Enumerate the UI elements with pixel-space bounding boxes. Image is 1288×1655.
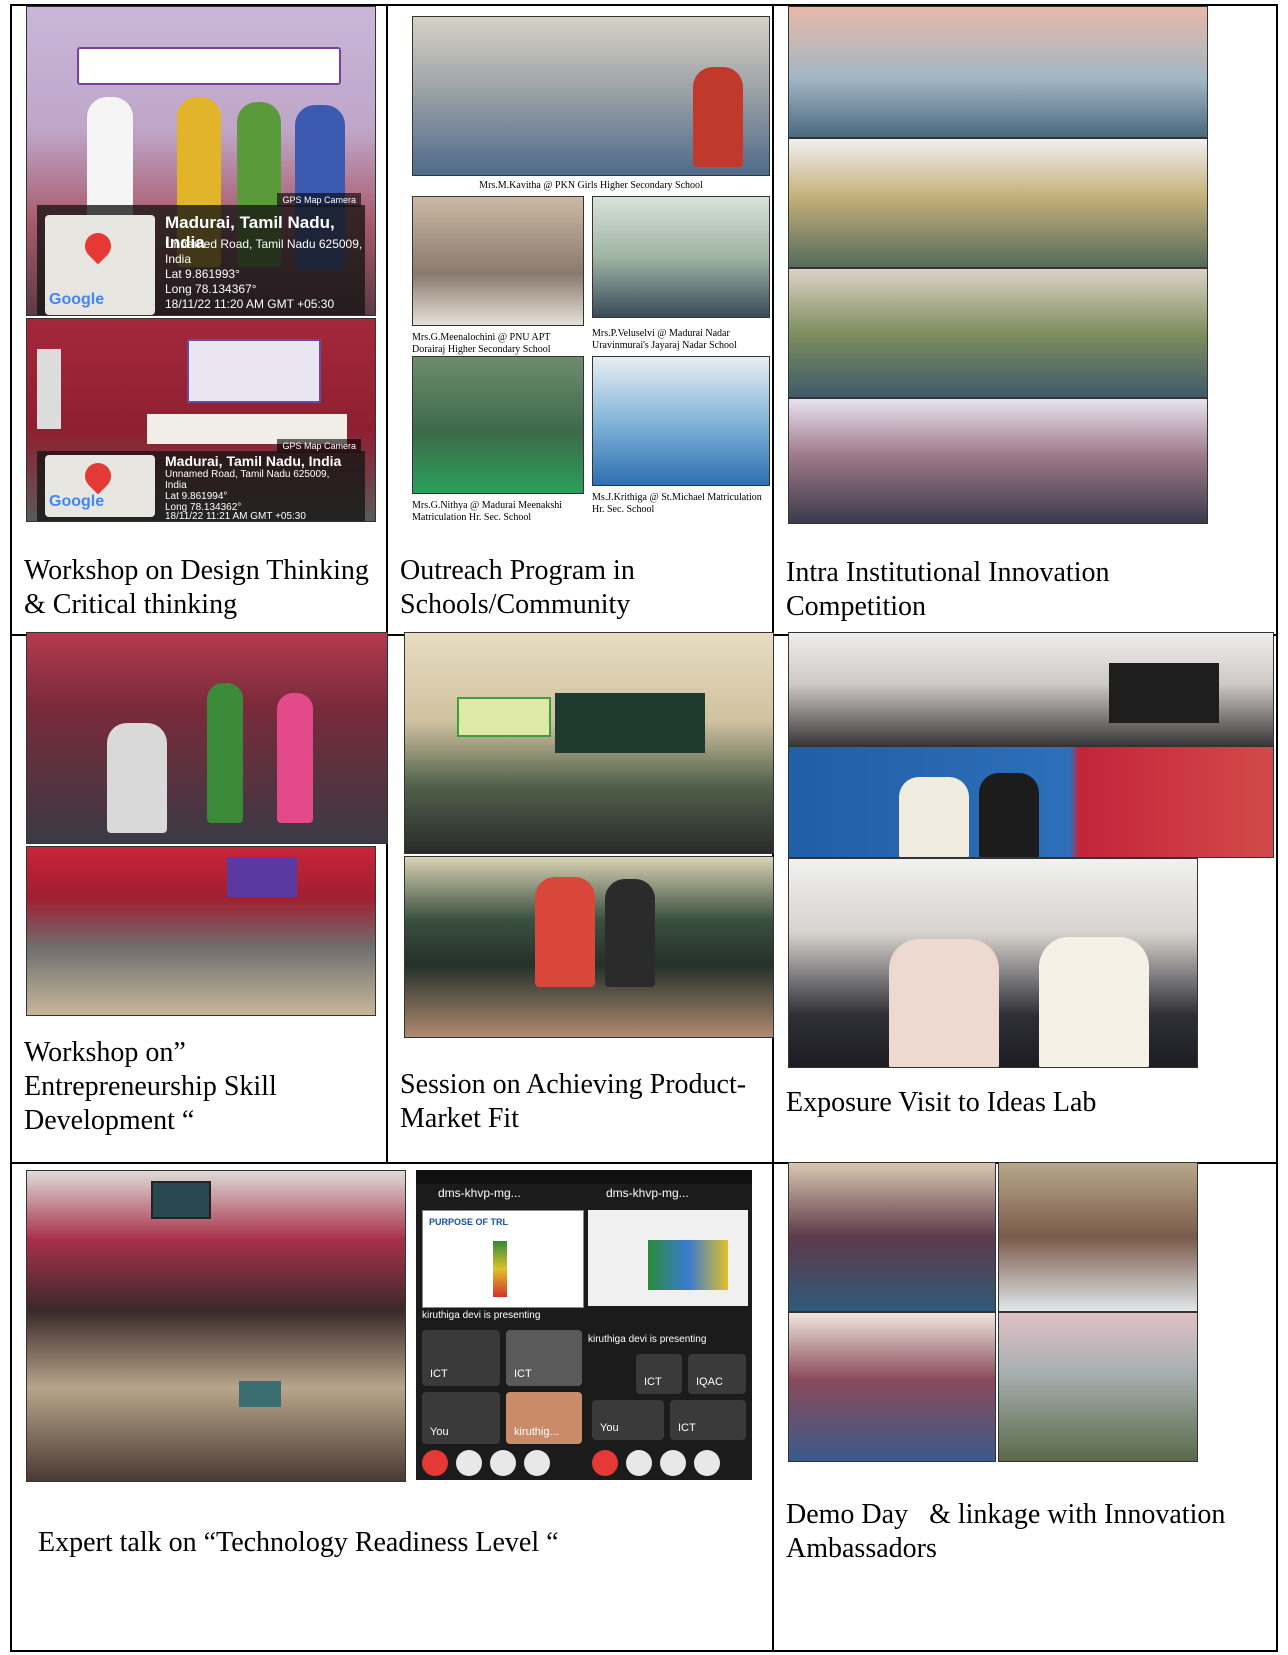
competition-photo-2 <box>788 138 1208 268</box>
workshop-photo-certificate: GPS Map Camera Google Madurai, Tamil Nad… <box>26 6 376 316</box>
geotag-datetime: 18/11/22 11:21 AM GMT +05:30 <box>165 511 306 522</box>
geotag-country: India <box>165 252 192 266</box>
outreach-caption-3: Mrs.G.Nithya @ Madurai Meenakshi Matricu… <box>412 500 563 523</box>
entrepreneurship-photo-1 <box>26 632 388 844</box>
slide-title: PURPOSE OF TRL <box>429 1217 509 1227</box>
meet-tile[interactable]: kiruthig... <box>506 1392 582 1444</box>
geotag-country: India <box>165 480 187 491</box>
meet-tile[interactable]: ICT <box>422 1330 500 1386</box>
product-market-photo-1 <box>404 632 774 854</box>
competition-photo-4 <box>788 398 1208 524</box>
meet-tile[interactable]: ICT <box>670 1400 746 1440</box>
outreach-title-main: Mrs.M.Kavitha @ PKN Girls Higher Seconda… <box>479 180 703 191</box>
outreach-photo-1 <box>412 196 584 326</box>
slide-preview-right <box>588 1210 748 1306</box>
outreach-photo-4 <box>592 356 770 486</box>
activity-table: GPS Map Camera Google Madurai, Tamil Nad… <box>10 4 1278 1652</box>
end-call-button[interactable] <box>422 1450 448 1476</box>
google-logo: Google <box>49 493 105 510</box>
location-pin-icon <box>79 457 117 495</box>
meet-tile[interactable]: IQAC <box>688 1354 746 1394</box>
location-pin-icon <box>79 227 117 265</box>
presenting-label-right: kiruthiga devi is presenting <box>588 1334 707 1345</box>
meet-tile[interactable]: You <box>592 1400 664 1440</box>
ideas-lab-photo-2 <box>788 746 1274 858</box>
camera-off-button[interactable] <box>456 1450 482 1476</box>
google-logo: Google <box>49 291 105 308</box>
geotag-datetime: 18/11/22 11:20 AM GMT +05:30 <box>165 297 335 311</box>
camera-off-button[interactable] <box>626 1450 652 1476</box>
caption-demo-day: Demo Day & linkage with Innovation Ambas… <box>786 1499 1231 1564</box>
demo-day-photo-4 <box>998 1312 1198 1462</box>
mic-off-button[interactable] <box>490 1450 516 1476</box>
meet-tile[interactable]: You <box>422 1392 500 1444</box>
outreach-caption-2: Mrs.P.Veluselvi @ Madurai Nadar Uravinmu… <box>592 328 737 351</box>
competition-photo-3 <box>788 268 1208 398</box>
caption-design-thinking: Workshop on Design Thinking & Critical t… <box>24 555 369 620</box>
outreach-collage: Mrs.M.Kavitha @ PKN Girls Higher Seconda… <box>410 16 772 524</box>
outreach-photo-2 <box>592 196 770 318</box>
caption-outreach: Outreach Program in Schools/Community <box>400 555 635 620</box>
map-thumbnail: Google <box>45 215 155 315</box>
outreach-caption-4: Ms.J.Krithiga @ St.Michael Matriculation… <box>592 492 762 515</box>
demo-day-photo-1 <box>788 1162 996 1312</box>
entrepreneurship-photo-2 <box>26 846 376 1016</box>
product-market-photo-2 <box>404 856 774 1038</box>
geotag-lat: Lat 9.861994° <box>165 491 228 502</box>
ideas-lab-photo-1 <box>788 632 1274 746</box>
outreach-caption-1: Mrs.G.Meenalochini @ PNU APT Dorairaj Hi… <box>412 332 551 355</box>
geotag-long: Long 78.134367° <box>165 282 257 296</box>
mic-off-button[interactable] <box>660 1450 686 1476</box>
raise-hand-button[interactable] <box>524 1450 550 1476</box>
caption-expert-talk: Expert talk on “Technology Readiness Lev… <box>38 1527 559 1558</box>
caption-competition: Intra Institutional Innovation Competiti… <box>786 557 1110 622</box>
competition-photo-1 <box>788 6 1208 138</box>
demo-day-photo-2 <box>998 1162 1198 1312</box>
caption-ideas-lab: Exposure Visit to Ideas Lab <box>786 1087 1097 1118</box>
geotag-overlay: Google Madurai, Tamil Nadu, India Unname… <box>37 205 365 315</box>
geotag-address: Unnamed Road, Tamil Nadu 625009, <box>165 237 363 251</box>
demo-day-photo-3 <box>788 1312 996 1462</box>
meet-tab-title-right: dms-khvp-mg... <box>606 1186 689 1200</box>
outreach-photo-3 <box>412 356 584 494</box>
geotag-overlay: Google Madurai, Tamil Nadu, India Unname… <box>37 451 365 521</box>
meet-tile[interactable]: ICT <box>636 1354 682 1394</box>
caption-entrepreneurship: Workshop on” Entrepreneurship Skill Deve… <box>24 1037 277 1136</box>
outreach-photo-main <box>412 16 770 176</box>
geotag-address: Unnamed Road, Tamil Nadu 625009, <box>165 469 330 480</box>
end-call-button[interactable] <box>592 1450 618 1476</box>
caption-product-market: Session on Achieving Product-Market Fit <box>400 1069 747 1134</box>
meet-screenshot: dms-khvp-mg... dms-khvp-mg... PURPOSE OF… <box>416 1170 752 1480</box>
workshop-photo-stage: GPS Map Camera Google Madurai, Tamil Nad… <box>26 318 376 522</box>
expert-talk-photo-1 <box>26 1170 406 1482</box>
map-thumbnail: Google <box>45 455 155 517</box>
geotag-place: Madurai, Tamil Nadu, India <box>165 453 342 469</box>
meet-tile[interactable]: ICT <box>506 1330 582 1386</box>
raise-hand-button[interactable] <box>694 1450 720 1476</box>
ideas-lab-photo-3 <box>788 858 1198 1068</box>
slide-preview: PURPOSE OF TRL <box>422 1210 584 1308</box>
presenting-label: kiruthiga devi is presenting <box>422 1310 541 1321</box>
column-divider <box>386 6 388 1162</box>
geotag-lat: Lat 9.861993° <box>165 267 240 281</box>
meet-tab-title: dms-khvp-mg... <box>438 1186 521 1200</box>
